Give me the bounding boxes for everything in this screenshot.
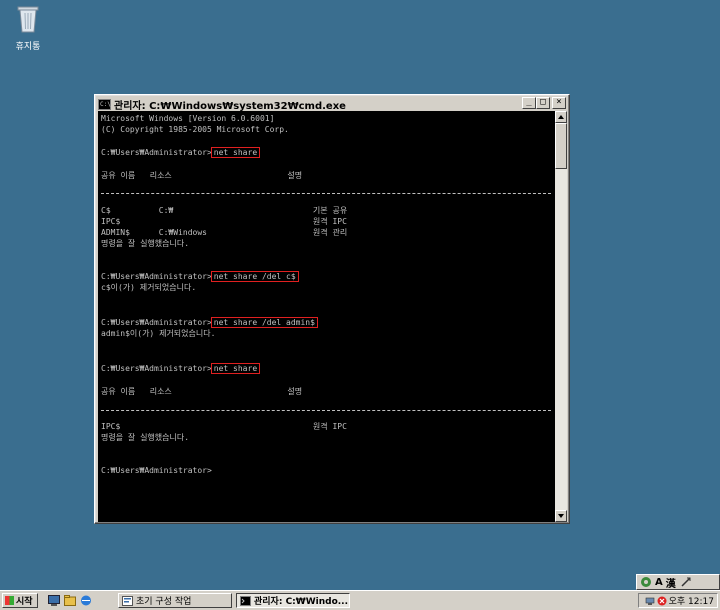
input-mode[interactable]: A — [655, 577, 663, 588]
task-initial-config[interactable]: 초기 구성 작업 — [118, 593, 232, 608]
arrow-down-icon — [558, 514, 564, 518]
console-line: Microsoft Windows [Version 6.0.6001] — [101, 114, 275, 123]
highlighted-command: net share — [210, 147, 261, 158]
console-output[interactable]: Microsoft Windows [Version 6.0.6001] (C)… — [98, 111, 555, 522]
share-header: 공유 이름 리소스 설명 — [101, 171, 303, 180]
cmd-icon[interactable]: C:\ — [98, 98, 111, 110]
show-desktop-icon[interactable] — [48, 595, 60, 606]
maximize-button[interactable]: □ — [536, 97, 550, 109]
cmd-task-icon — [240, 595, 251, 606]
share-row: C$ C:₩ 기본 공유 — [101, 206, 348, 215]
ime-icon[interactable] — [640, 576, 652, 588]
system-tray: 오후 12:17 — [638, 593, 718, 608]
share-row: IPC$ 원격 IPC — [101, 422, 347, 431]
highlighted-command: net share /del admin$ — [210, 317, 318, 328]
status-line: 명령을 잘 실행했습니다. — [101, 239, 190, 248]
task-label: 초기 구성 작업 — [136, 597, 192, 607]
prompt-line: C:₩Users₩Administrator> net share /del c$ — [101, 271, 299, 282]
minimize-button[interactable]: _ — [522, 97, 536, 109]
task-label: 관리자: C:₩Windo... — [254, 597, 349, 607]
highlighted-command: net share /del c$ — [210, 271, 299, 282]
arrow-up-icon — [558, 115, 564, 119]
vertical-scrollbar[interactable] — [555, 111, 567, 522]
config-task-icon — [122, 595, 133, 606]
start-button[interactable]: 시작 — [2, 593, 38, 608]
separator — [101, 193, 551, 194]
close-button[interactable]: × — [552, 97, 566, 109]
recycle-bin-label: 휴지통 — [15, 42, 41, 52]
taskbar: 시작 초기 구성 작업 관리자: C:₩Windo... 오후 12:17 — [0, 590, 720, 610]
clock[interactable]: 오후 12:17 — [669, 594, 714, 607]
cmd-window[interactable]: C:\ 관리자: C:₩Windows₩system32₩cmd.exe _ □… — [94, 94, 570, 524]
separator — [101, 410, 551, 411]
status-line: c$이(가) 제거되었습니다. — [101, 283, 197, 292]
start-label: 시작 — [16, 597, 33, 607]
scroll-up-button[interactable] — [555, 111, 567, 123]
recycle-bin[interactable]: 휴지통 — [8, 2, 48, 52]
console-line: (C) Copyright 1985-2005 Microsoft Corp. — [101, 125, 289, 134]
prompt-line: C:₩Users₩Administrator> net share — [101, 147, 261, 158]
highlighted-command: net share — [210, 363, 261, 374]
status-line: 명령을 잘 실행했습니다. — [101, 433, 190, 442]
share-row: IPC$ 원격 IPC — [101, 217, 347, 226]
recycle-bin-icon — [17, 6, 39, 33]
explorer-icon[interactable] — [64, 595, 76, 606]
share-row: ADMIN$ C:₩Windows 원격 관리 — [101, 228, 348, 237]
window-title: 관리자: C:₩Windows₩system32₩cmd.exe — [114, 100, 346, 112]
prompt-line: C:₩Users₩Administrator> — [101, 466, 212, 475]
security-alert-icon[interactable] — [657, 596, 667, 606]
task-cmd[interactable]: 관리자: C:₩Windo... — [236, 593, 350, 608]
options-icon[interactable] — [680, 576, 692, 588]
prompt-line: C:₩Users₩Administrator> net share — [101, 363, 261, 374]
browser-icon[interactable] — [80, 595, 92, 606]
scroll-down-button[interactable] — [555, 510, 567, 522]
hanja-button[interactable]: 漢 — [666, 575, 676, 590]
network-icon[interactable] — [645, 596, 655, 606]
status-line: admin$이(가) 제거되었습니다. — [101, 329, 216, 338]
scroll-thumb[interactable] — [555, 123, 567, 169]
language-bar[interactable]: A 漢 — [636, 574, 720, 590]
title-bar[interactable]: C:\ 관리자: C:₩Windows₩system32₩cmd.exe _ □… — [97, 97, 567, 112]
prompt-line: C:₩Users₩Administrator> net share /del ad… — [101, 317, 318, 328]
share-header: 공유 이름 리소스 설명 — [101, 387, 303, 396]
windows-logo-icon — [5, 596, 14, 605]
